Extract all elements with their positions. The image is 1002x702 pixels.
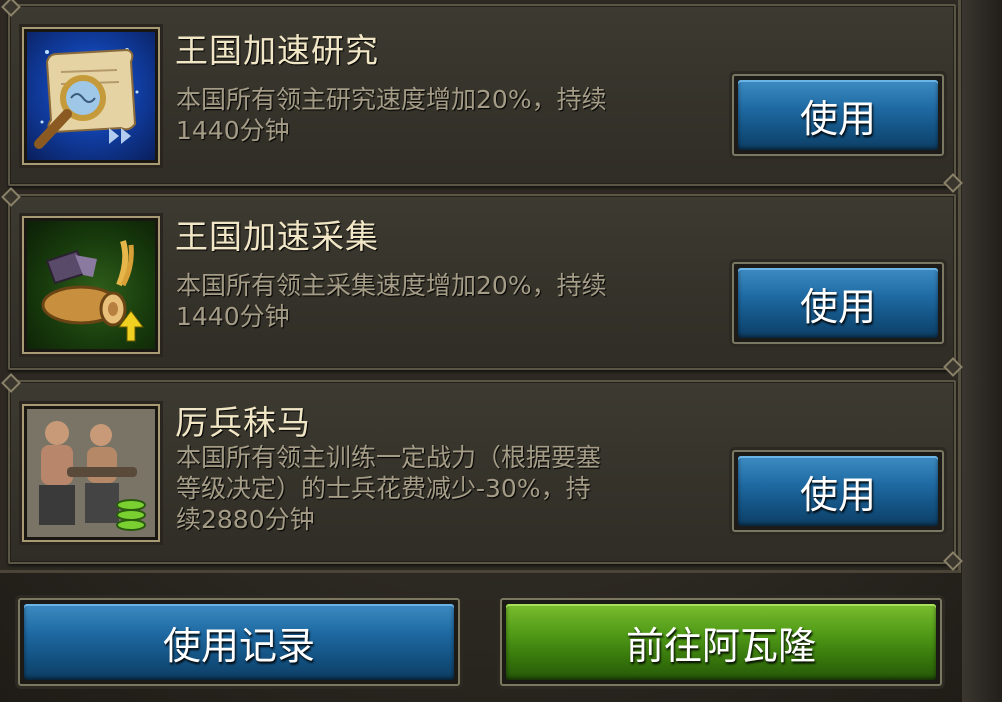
soldiers-training-icon: [22, 404, 160, 542]
item-description: 本国所有领主研究速度增加20%，持续 1440分钟: [176, 85, 607, 145]
use-button[interactable]: 使用: [732, 450, 944, 532]
item-description: 本国所有领主采集速度增加20%，持续 1440分钟: [176, 271, 607, 331]
item-description: 本国所有领主训练一定战力（根据要塞 等级决定）的士兵花费减少-30%，持 续28…: [176, 443, 602, 534]
use-button[interactable]: 使用: [732, 262, 944, 344]
scroll-magnifier-icon: [22, 27, 160, 165]
usage-history-button[interactable]: 使用记录: [18, 598, 460, 686]
buff-list: 王国加速研究 本国所有领主研究速度增加20%，持续 1440分钟 使用 王国加速…: [0, 0, 961, 573]
list-item-training: 厉兵秣马 本国所有领主训练一定战力（根据要塞 等级决定）的士兵花费减少-30%，…: [8, 380, 956, 564]
scroll-rail: [962, 0, 1002, 702]
item-title: 厉兵秣马: [175, 403, 311, 442]
list-item-gather: 王国加速采集 本国所有领主采集速度增加20%，持续 1440分钟 使用: [8, 194, 956, 370]
list-item-research: 王国加速研究 本国所有领主研究速度增加20%，持续 1440分钟 使用: [8, 4, 956, 186]
resources-upgrade-icon: [22, 216, 160, 354]
item-title: 王国加速研究: [175, 31, 379, 70]
goto-avalon-button[interactable]: 前往阿瓦隆: [500, 598, 942, 686]
use-button[interactable]: 使用: [732, 74, 944, 156]
item-title: 王国加速采集: [175, 217, 379, 256]
